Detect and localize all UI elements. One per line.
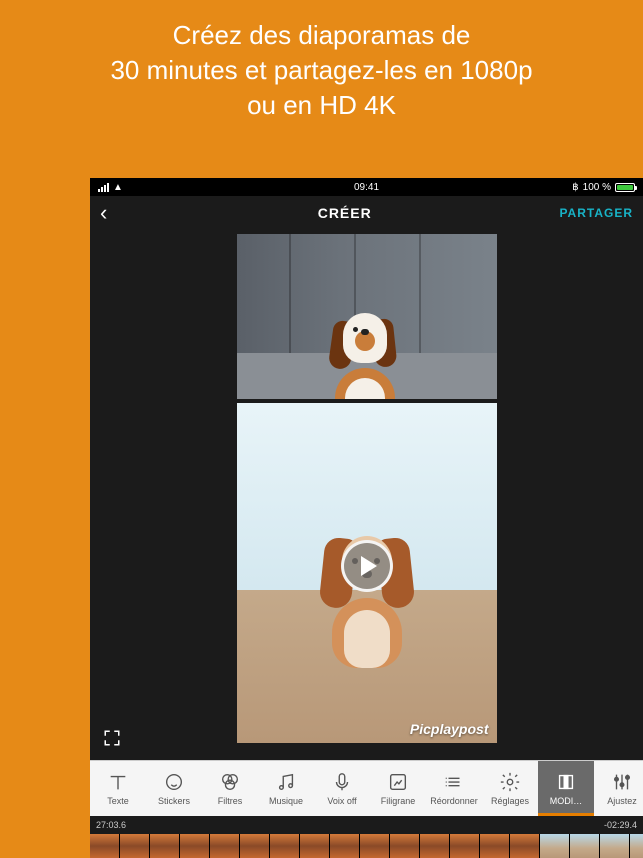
play-button[interactable]: [341, 540, 393, 592]
tool-label: Ajustez: [607, 796, 637, 806]
watermark-text: Picplaypost: [410, 721, 489, 737]
tool-stickers[interactable]: Stickers: [146, 761, 202, 816]
tool-label: Réordonner: [430, 796, 478, 806]
tool-edit[interactable]: MODI…: [538, 761, 594, 816]
media-slot-bottom[interactable]: Picplaypost: [237, 403, 497, 743]
music-icon: [275, 771, 297, 793]
timeline-thumb[interactable]: [600, 834, 630, 858]
play-icon: [361, 556, 377, 576]
nav-bar: ‹ CRÉER PARTAGER: [90, 196, 643, 230]
timeline-thumb[interactable]: [570, 834, 600, 858]
tool-reorder[interactable]: Réordonner: [426, 761, 482, 816]
timeline-remaining: -02:29.4: [604, 820, 637, 830]
filters-icon: [219, 771, 241, 793]
timeline-thumb[interactable]: [240, 834, 270, 858]
timeline-thumb[interactable]: [510, 834, 540, 858]
battery-icon: [615, 183, 635, 192]
tool-music[interactable]: Musique: [258, 761, 314, 816]
reorder-icon: [443, 771, 465, 793]
bluetooth-icon: ฿: [572, 182, 578, 193]
tool-label: Filigrane: [381, 796, 416, 806]
wifi-icon: ▲: [113, 182, 123, 193]
timeline-thumb[interactable]: [300, 834, 330, 858]
timeline-ruler: 27:03.6 -02:29.4: [90, 816, 643, 834]
mic-icon: [331, 771, 353, 793]
toolbar: Texte Stickers Filtres Musique Voix off Filig…: [90, 760, 643, 816]
timeline-thumb[interactable]: [540, 834, 570, 858]
tool-filters[interactable]: Filtres: [202, 761, 258, 816]
tool-settings[interactable]: Réglages: [482, 761, 538, 816]
tool-text[interactable]: Texte: [90, 761, 146, 816]
promo-headline: Créez des diaporamas de 30 minutes et pa…: [0, 0, 643, 123]
media-slot-top[interactable]: [237, 234, 497, 399]
edit-icon: [555, 771, 577, 793]
canvas-area[interactable]: Picplaypost: [90, 230, 643, 760]
timeline-thumb[interactable]: [420, 834, 450, 858]
tool-adjust[interactable]: Ajustez: [594, 761, 643, 816]
status-time: 09:41: [277, 182, 456, 193]
share-button[interactable]: PARTAGER: [559, 206, 633, 220]
timeline-thumb[interactable]: [480, 834, 510, 858]
tool-watermark[interactable]: Filigrane: [370, 761, 426, 816]
signal-icon: [98, 183, 109, 192]
watermark-icon: [387, 771, 409, 793]
timeline-thumb[interactable]: [390, 834, 420, 858]
timeline-thumb[interactable]: [630, 834, 643, 858]
fullscreen-button[interactable]: [100, 726, 124, 750]
tool-label: MODI…: [550, 796, 583, 806]
timeline-thumb[interactable]: [450, 834, 480, 858]
tool-label: Texte: [107, 796, 129, 806]
timeline-thumb[interactable]: [210, 834, 240, 858]
promo-line: Créez des diaporamas de: [10, 18, 633, 53]
promo-line: 30 minutes et partagez-les en 1080p: [10, 53, 633, 88]
timeline-thumb[interactable]: [270, 834, 300, 858]
timeline-thumb[interactable]: [330, 834, 360, 858]
timeline-thumb[interactable]: [180, 834, 210, 858]
tool-label: Stickers: [158, 796, 190, 806]
timeline-thumb[interactable]: [360, 834, 390, 858]
tool-label: Filtres: [218, 796, 243, 806]
settings-icon: [499, 771, 521, 793]
dog-image: [315, 313, 415, 399]
timeline-track[interactable]: [90, 834, 643, 858]
promo-line: ou en HD 4K: [10, 88, 633, 123]
device-screenshot: ▲ 09:41 ฿ 100 % ‹ CRÉER PARTAGER: [90, 178, 643, 858]
timeline-thumb[interactable]: [150, 834, 180, 858]
back-button[interactable]: ‹: [100, 200, 130, 226]
status-bar: ▲ 09:41 ฿ 100 %: [90, 178, 643, 196]
tool-label: Voix off: [327, 796, 356, 806]
tool-label: Musique: [269, 796, 303, 806]
tool-mic[interactable]: Voix off: [314, 761, 370, 816]
timeline-current: 27:03.6: [96, 820, 126, 830]
battery-text: 100 %: [583, 182, 611, 193]
adjust-icon: [611, 771, 633, 793]
tool-label: Réglages: [491, 796, 529, 806]
timeline-thumb[interactable]: [120, 834, 150, 858]
stickers-icon: [163, 771, 185, 793]
page-title: CRÉER: [130, 205, 559, 221]
timeline-thumb[interactable]: [90, 834, 120, 858]
text-icon: [107, 771, 129, 793]
